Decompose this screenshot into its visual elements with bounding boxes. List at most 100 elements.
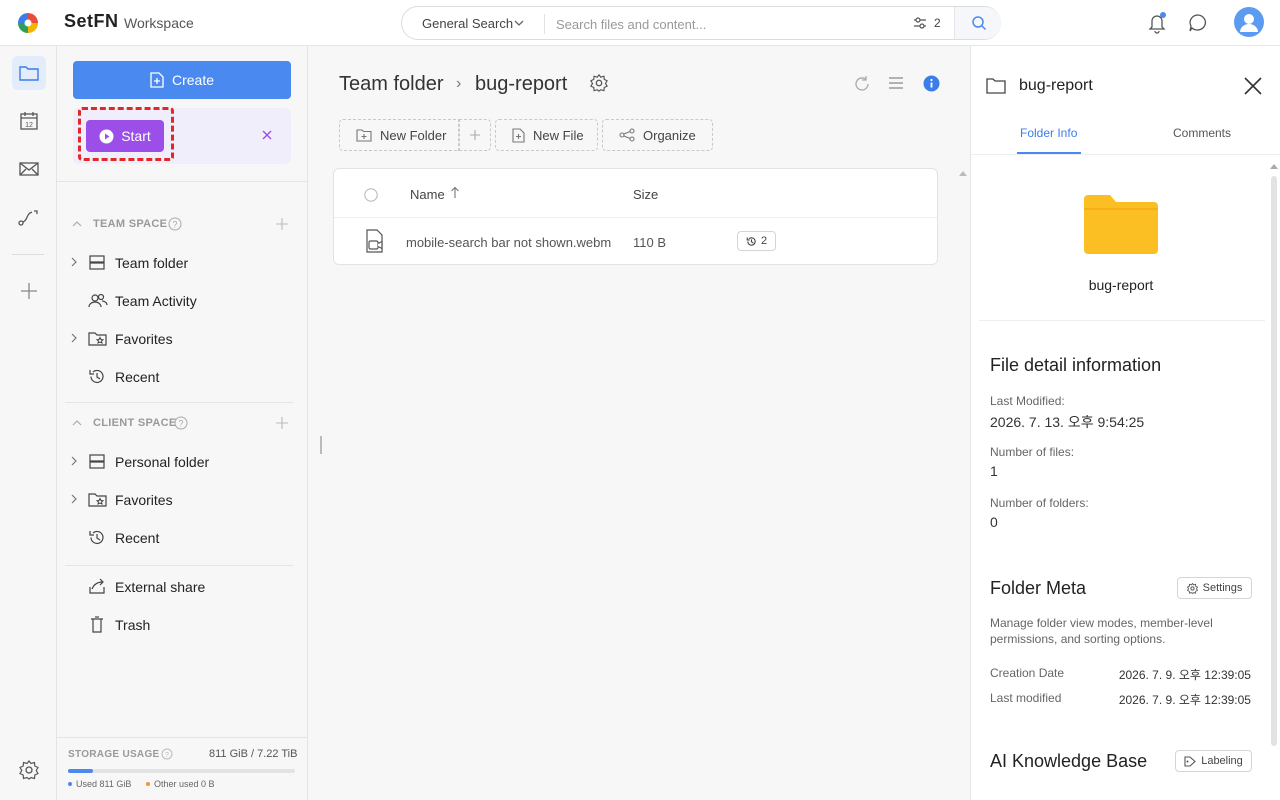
plus-icon bbox=[276, 417, 288, 429]
search-button[interactable] bbox=[954, 7, 1001, 39]
trash-icon bbox=[91, 616, 103, 633]
sidebar-item-team-folder[interactable]: Team folder bbox=[57, 246, 308, 280]
rail-settings-button[interactable] bbox=[12, 753, 46, 787]
start-button[interactable]: Start bbox=[86, 120, 164, 152]
storage-drive-icon bbox=[89, 255, 105, 270]
chevron-up-icon[interactable] bbox=[72, 220, 82, 227]
details-panel: bug-report Folder Info Comments bug-repo… bbox=[970, 46, 1280, 800]
settings-label: Settings bbox=[1202, 582, 1243, 594]
search-input[interactable] bbox=[556, 13, 896, 35]
create-button-label: Create bbox=[171, 72, 215, 88]
column-size-label: Size bbox=[633, 187, 659, 202]
tab-folder-info[interactable]: Folder Info bbox=[1020, 126, 1077, 140]
chevron-down-icon bbox=[514, 19, 524, 27]
refresh-icon bbox=[855, 76, 869, 91]
chevron-up-icon[interactable] bbox=[72, 419, 82, 426]
labeling-button[interactable]: Labeling bbox=[1175, 750, 1252, 772]
help-circle-icon[interactable]: ? bbox=[161, 748, 173, 760]
number-of-folders-label: Number of folders: bbox=[990, 496, 1089, 510]
share-icon bbox=[89, 578, 105, 594]
rail-add-button[interactable] bbox=[12, 274, 46, 308]
panel-scrollbar[interactable] bbox=[1271, 176, 1277, 746]
folder-settings-button[interactable] bbox=[590, 74, 608, 92]
sidebar-item-trash[interactable]: Trash bbox=[57, 608, 308, 642]
sidebar-item-client-recent[interactable]: Recent bbox=[57, 521, 308, 555]
file-name[interactable]: mobile-search bar not shown.webm bbox=[406, 235, 611, 250]
folder-outline-icon bbox=[986, 77, 1006, 94]
calendar-icon: 12 bbox=[20, 112, 38, 130]
chevron-right-icon bbox=[71, 456, 77, 466]
column-header-name[interactable]: Name bbox=[410, 187, 445, 202]
start-card: Start bbox=[73, 107, 291, 164]
create-button[interactable]: Create bbox=[73, 61, 291, 99]
creation-date-label: Creation Date bbox=[990, 666, 1065, 680]
user-avatar[interactable] bbox=[1234, 7, 1264, 37]
organize-button[interactable]: Organize bbox=[602, 119, 713, 151]
scroll-up-arrow[interactable] bbox=[1270, 163, 1278, 169]
info-toggle-button[interactable] bbox=[923, 75, 940, 92]
sidebar-item-label: Favorites bbox=[115, 492, 173, 508]
close-panel-button[interactable] bbox=[1244, 77, 1262, 95]
rail-mail-button[interactable] bbox=[12, 152, 46, 186]
gear-icon bbox=[1186, 582, 1198, 594]
breadcrumb-root[interactable]: Team folder bbox=[339, 73, 444, 96]
labeling-label: Labeling bbox=[1201, 755, 1243, 767]
sidebar-item-label: External share bbox=[115, 579, 206, 595]
add-team-space-button[interactable] bbox=[275, 217, 289, 231]
sidebar-item-label: Trash bbox=[115, 617, 151, 633]
storage-legend-used: Used 811 GiB bbox=[68, 779, 131, 789]
tab-comments[interactable]: Comments bbox=[1173, 126, 1231, 140]
brand-name: SetFN bbox=[64, 11, 119, 31]
scroll-up-arrow[interactable] bbox=[959, 170, 967, 176]
chevron-right-icon bbox=[71, 257, 77, 267]
sidebar-divider bbox=[57, 737, 308, 738]
sidebar-item-team-favorites[interactable]: Favorites bbox=[57, 322, 308, 356]
folder-name: bug-report bbox=[1088, 277, 1154, 293]
rail-files-button[interactable] bbox=[12, 56, 46, 90]
folder-icon bbox=[19, 66, 39, 81]
chat-bubble-icon[interactable] bbox=[1188, 13, 1208, 33]
select-all-checkbox[interactable] bbox=[364, 188, 378, 202]
storage-usage-value: 811 GiB / 7.22 TiB bbox=[209, 748, 298, 760]
sidebar-item-external-share[interactable]: External share bbox=[57, 570, 308, 604]
version-history-badge[interactable]: 2 bbox=[737, 231, 776, 251]
app-logo-icon[interactable] bbox=[17, 12, 39, 34]
workflow-icon bbox=[18, 210, 38, 226]
svg-text:?: ? bbox=[172, 220, 177, 230]
sidebar-divider bbox=[65, 565, 293, 566]
refresh-button[interactable] bbox=[853, 75, 871, 93]
panel-divider bbox=[979, 320, 1265, 321]
new-folder-button[interactable]: New Folder bbox=[339, 119, 459, 151]
rail-workflow-button[interactable] bbox=[12, 200, 46, 234]
sidebar-item-label: Recent bbox=[115, 369, 160, 385]
sidebar-item-label: Team folder bbox=[115, 255, 189, 271]
search-type-select[interactable]: General Search bbox=[422, 16, 513, 31]
sort-ascending-icon[interactable] bbox=[450, 186, 460, 199]
column-header-size[interactable]: Size bbox=[633, 187, 658, 202]
notification-bell-icon[interactable] bbox=[1147, 12, 1167, 34]
rail-calendar-button[interactable]: 12 bbox=[12, 104, 46, 138]
list-view-button[interactable] bbox=[888, 76, 904, 90]
sidebar-item-team-recent[interactable]: Recent bbox=[57, 360, 308, 394]
help-circle-icon[interactable]: ? bbox=[168, 217, 182, 231]
help-circle-icon[interactable]: ? bbox=[174, 416, 188, 430]
folder-meta-settings-button[interactable]: Settings bbox=[1177, 577, 1252, 599]
breadcrumb-current: bug-report bbox=[475, 73, 568, 95]
number-of-files-label: Number of files: bbox=[990, 445, 1075, 459]
filter-sliders-icon[interactable] bbox=[913, 16, 927, 30]
folder-plus-icon bbox=[356, 129, 372, 142]
sidebar-item-team-activity[interactable]: Team Activity bbox=[57, 284, 308, 318]
sidebar-item-personal-folder[interactable]: Personal folder bbox=[57, 445, 308, 479]
storage-usage-title: STORAGE USAGE bbox=[68, 749, 160, 760]
storage-other-label: Other used 0 B bbox=[154, 779, 215, 789]
play-icon bbox=[99, 129, 114, 143]
plus-icon bbox=[470, 130, 480, 140]
resize-handle[interactable] bbox=[320, 436, 322, 454]
sidebar-item-client-favorites[interactable]: Favorites bbox=[57, 483, 308, 517]
gear-icon bbox=[590, 74, 608, 92]
add-client-space-button[interactable] bbox=[275, 416, 289, 430]
close-start-button[interactable] bbox=[257, 125, 277, 145]
new-file-button[interactable]: New File bbox=[495, 119, 598, 151]
new-folder-more-button[interactable] bbox=[459, 119, 491, 151]
list-icon bbox=[889, 77, 903, 89]
